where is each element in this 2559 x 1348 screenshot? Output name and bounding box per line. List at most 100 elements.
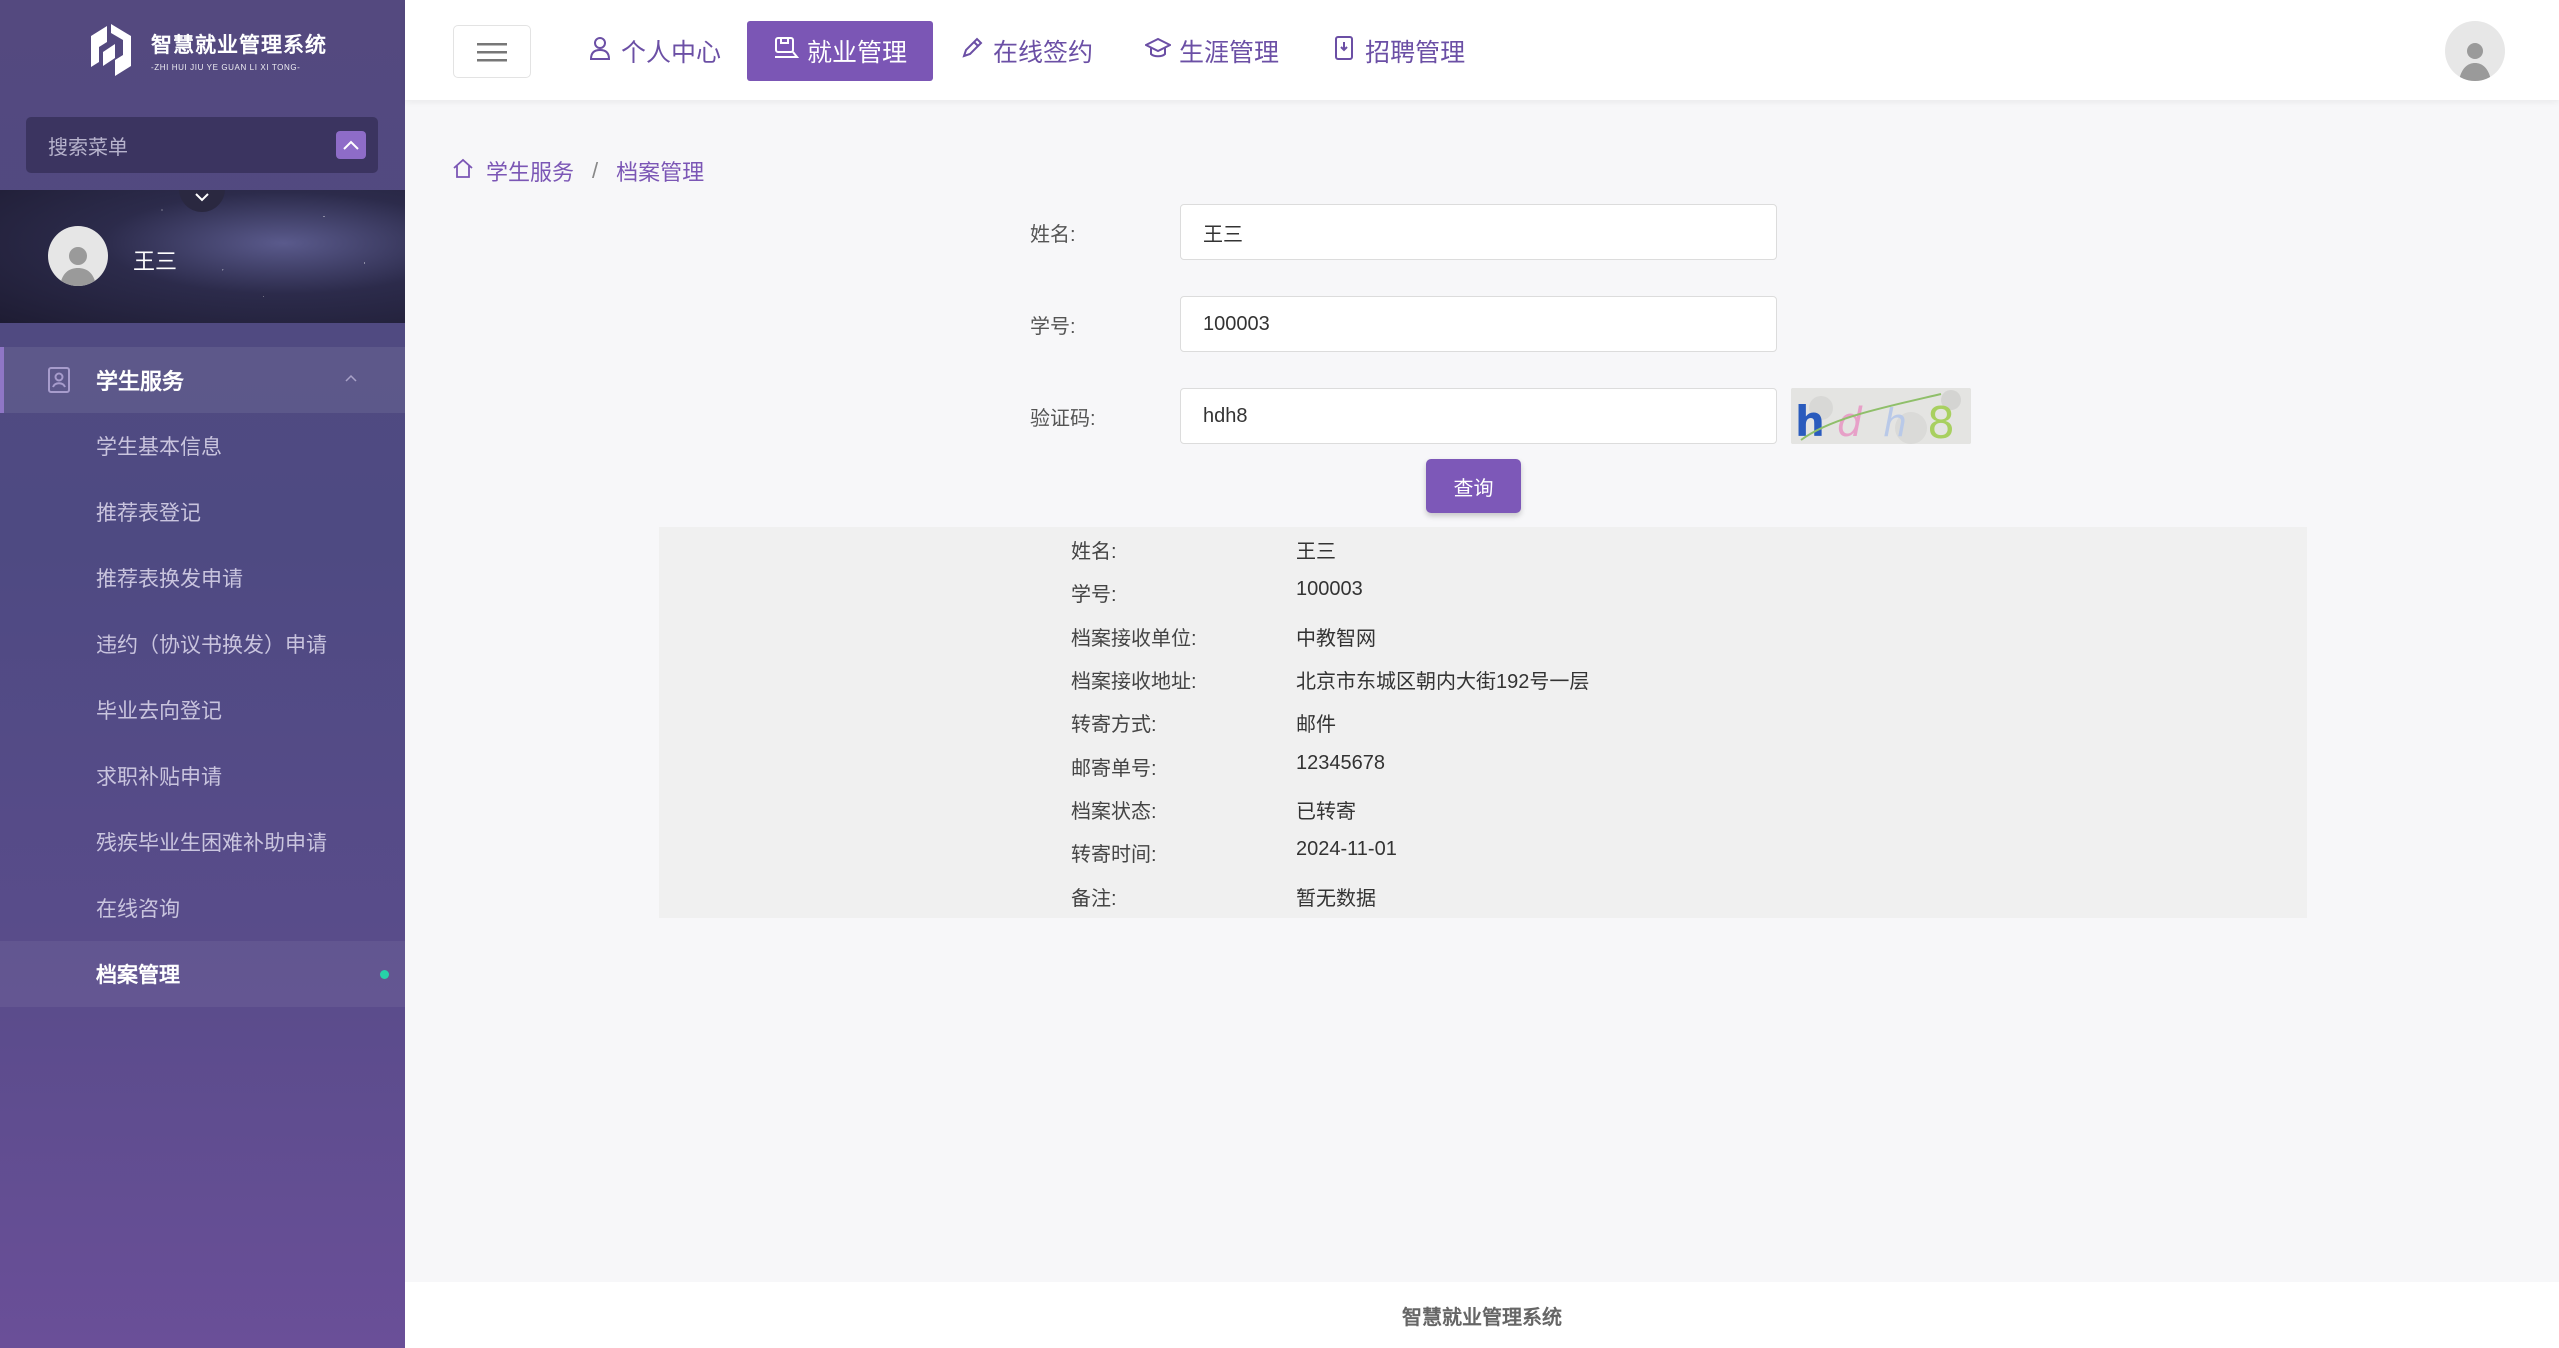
captcha-char-2: d bbox=[1837, 400, 1863, 444]
sidebar-item-archive-management[interactable]: 档案管理 bbox=[0, 941, 405, 1007]
menu-search-input[interactable]: 搜索菜单 bbox=[26, 117, 378, 173]
result-row-receiving-address: 档案接收地址: 北京市东城区朝内大街192号一层 bbox=[1071, 665, 1589, 694]
tab-career-management[interactable]: 生涯管理 bbox=[1119, 21, 1305, 81]
sidebar-item-recommend-reissue[interactable]: 推荐表换发申请 bbox=[0, 545, 405, 611]
briefcase-icon bbox=[773, 35, 800, 68]
pencil-icon bbox=[959, 35, 985, 68]
tab-label: 个人中心 bbox=[621, 39, 722, 67]
breadcrumb-separator: / bbox=[592, 158, 599, 183]
captcha-char-4: 8 bbox=[1927, 398, 1955, 444]
result-row-receiving-unit: 档案接收单位: 中教智网 bbox=[1071, 622, 1376, 651]
top-nav-tabs: 个人中心 就业管理 在线签约 生涯管理 招聘管理 bbox=[561, 21, 1491, 81]
page-footer: 智慧就业管理系统 bbox=[405, 1282, 2559, 1348]
menu-toggle-button[interactable] bbox=[453, 25, 531, 78]
sidebar-item-label: 残疾毕业生困难补助申请 bbox=[96, 832, 327, 855]
result-key: 档案接收单位: bbox=[1071, 628, 1197, 650]
result-value: 王三 bbox=[1296, 541, 1336, 563]
graduation-cap-icon bbox=[1143, 35, 1173, 68]
footer-text: 智慧就业管理系统 bbox=[1402, 1306, 1562, 1329]
form-row-name: 姓名: bbox=[1030, 204, 1777, 260]
result-row-tracking-number: 邮寄单号: 12345678 bbox=[1071, 752, 1385, 781]
captcha-char-1: h bbox=[1795, 397, 1825, 444]
result-value: 2024-11-01 bbox=[1296, 838, 1397, 860]
document-icon bbox=[1331, 35, 1357, 68]
sidebar-item-label: 毕业去向登记 bbox=[96, 700, 222, 723]
sidebar-item-label: 推荐表登记 bbox=[96, 502, 201, 525]
sidebar-user-name: 王三 bbox=[133, 249, 178, 274]
sidebar-item-basic-info[interactable]: 学生基本信息 bbox=[0, 413, 405, 479]
result-value: 暂无数据 bbox=[1296, 888, 1376, 910]
name-input[interactable] bbox=[1180, 204, 1777, 260]
result-key: 姓名: bbox=[1071, 541, 1117, 563]
sidebar-item-job-subsidy[interactable]: 求职补贴申请 bbox=[0, 743, 405, 809]
form-row-captcha: 验证码: bbox=[1030, 388, 1777, 444]
result-row-transfer-method: 转寄方式: 邮件 bbox=[1071, 708, 1336, 737]
sidebar-group-student-services[interactable]: 学生服务 bbox=[0, 347, 405, 413]
sidebar-item-label: 档案管理 bbox=[96, 964, 180, 987]
sidebar-menu: 学生服务 学生基本信息 推荐表登记 推荐表换发申请 违约（协议书换发）申请 毕业… bbox=[0, 347, 405, 1007]
tab-recruitment-management[interactable]: 招聘管理 bbox=[1305, 21, 1491, 81]
archive-result-panel: 姓名: 王三 学号: 100003 档案接收单位: 中教智网 档案接收地址: 北京市东城… bbox=[659, 527, 2307, 918]
app-logo[interactable]: 智慧就业管理系统 -ZHI HUI JIU YE GUAN LI XI TONG… bbox=[85, 20, 327, 80]
result-key: 转寄方式: bbox=[1071, 714, 1157, 736]
sidebar-group-label: 学生服务 bbox=[96, 369, 185, 394]
result-row-name: 姓名: 王三 bbox=[1071, 535, 1336, 564]
sidebar-item-recommend-register[interactable]: 推荐表登记 bbox=[0, 479, 405, 545]
tab-employment-management[interactable]: 就业管理 bbox=[747, 21, 934, 81]
sidebar-avatar[interactable] bbox=[48, 226, 108, 286]
tab-online-signing[interactable]: 在线签约 bbox=[933, 21, 1119, 81]
sidebar-item-breach-application[interactable]: 违约（协议书换发）申请 bbox=[0, 611, 405, 677]
name-label: 姓名: bbox=[1030, 223, 1076, 246]
result-value: 已转寄 bbox=[1296, 801, 1356, 823]
app-title: 智慧就业管理系统 bbox=[151, 33, 327, 57]
result-key: 档案状态: bbox=[1071, 801, 1157, 823]
chevron-up-icon bbox=[345, 369, 357, 387]
captcha-label: 验证码: bbox=[1030, 407, 1096, 430]
top-navbar: 个人中心 就业管理 在线签约 生涯管理 招聘管理 bbox=[405, 0, 2559, 100]
result-value: 中教智网 bbox=[1296, 628, 1376, 650]
result-row-transfer-time: 转寄时间: 2024-11-01 bbox=[1071, 838, 1397, 867]
tab-label: 招聘管理 bbox=[1365, 39, 1466, 67]
result-row-student-id: 学号: 100003 bbox=[1071, 578, 1363, 607]
header-avatar[interactable] bbox=[2445, 21, 2505, 81]
user-icon bbox=[587, 35, 613, 68]
home-icon[interactable] bbox=[452, 157, 474, 185]
user-profile-panel: 王三 bbox=[0, 190, 405, 323]
student-id-input[interactable] bbox=[1180, 296, 1777, 352]
breadcrumb: 学生服务 / 档案管理 bbox=[452, 155, 704, 187]
sidebar-item-disability-aid[interactable]: 残疾毕业生困难补助申请 bbox=[0, 809, 405, 875]
result-value: 邮件 bbox=[1296, 714, 1336, 736]
result-key: 学号: bbox=[1071, 584, 1117, 606]
active-indicator-dot bbox=[380, 970, 389, 979]
result-value: 100003 bbox=[1296, 578, 1363, 600]
tab-personal-center[interactable]: 个人中心 bbox=[561, 21, 747, 81]
contact-card-icon bbox=[48, 367, 70, 399]
sidebar-item-label: 在线咨询 bbox=[96, 898, 180, 921]
result-row-archive-status: 档案状态: 已转寄 bbox=[1071, 795, 1356, 824]
result-value: 12345678 bbox=[1296, 752, 1385, 774]
app-subtitle: -ZHI HUI JIU YE GUAN LI XI TONG- bbox=[151, 62, 301, 72]
menu-search-placeholder: 搜索菜单 bbox=[48, 136, 128, 159]
student-id-label: 学号: bbox=[1030, 315, 1076, 338]
captcha-input[interactable] bbox=[1180, 388, 1777, 444]
sidebar-item-online-consult[interactable]: 在线咨询 bbox=[0, 875, 405, 941]
sidebar-item-label: 求职补贴申请 bbox=[96, 766, 222, 789]
sidebar: 智慧就业管理系统 -ZHI HUI JIU YE GUAN LI XI TONG… bbox=[0, 0, 405, 1348]
tab-label: 在线签约 bbox=[993, 39, 1094, 67]
captcha-image[interactable]: h d h 8 bbox=[1791, 388, 1971, 444]
breadcrumb-archive-management: 档案管理 bbox=[616, 160, 705, 185]
query-button[interactable]: 查询 bbox=[1426, 459, 1521, 513]
result-key: 转寄时间: bbox=[1071, 844, 1157, 866]
sidebar-item-label: 推荐表换发申请 bbox=[96, 568, 243, 591]
chevron-up-icon[interactable] bbox=[336, 131, 366, 159]
sidebar-item-label: 学生基本信息 bbox=[96, 436, 222, 459]
result-row-remarks: 备注: 暂无数据 bbox=[1071, 882, 1376, 911]
result-key: 备注: bbox=[1071, 888, 1117, 910]
result-value: 北京市东城区朝内大街192号一层 bbox=[1296, 671, 1590, 693]
form-row-student-id: 学号: bbox=[1030, 296, 1777, 352]
tab-label: 就业管理 bbox=[807, 39, 908, 67]
sidebar-item-graduation-destination[interactable]: 毕业去向登记 bbox=[0, 677, 405, 743]
breadcrumb-student-services[interactable]: 学生服务 bbox=[486, 155, 574, 187]
result-key: 档案接收地址: bbox=[1071, 671, 1197, 693]
result-key: 邮寄单号: bbox=[1071, 758, 1157, 780]
